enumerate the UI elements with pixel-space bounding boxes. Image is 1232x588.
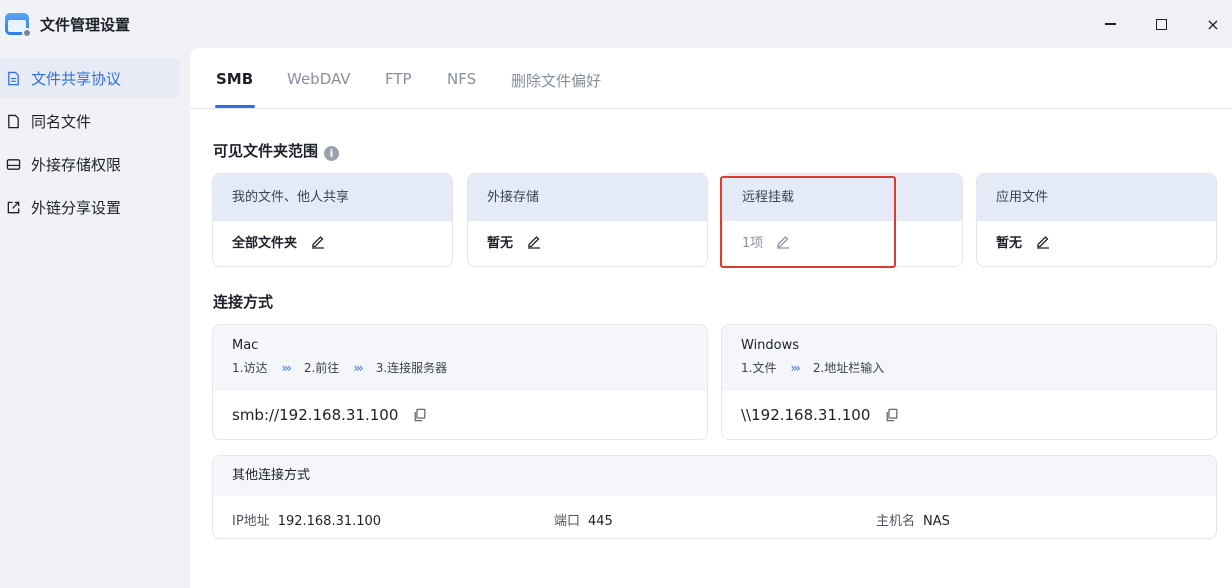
- connection-address-row: smb://192.168.31.100: [213, 391, 707, 439]
- step-1: 1.访达: [232, 361, 268, 375]
- other-connection-title: 其他连接方式: [213, 456, 1216, 496]
- other-connection-row: IP地址 192.168.31.100 端口 445 主机名 NAS: [213, 496, 1216, 538]
- connection-address: \\192.168.31.100: [741, 406, 871, 424]
- scope-card-external-storage: 外接存储 暂无: [467, 173, 708, 267]
- protocol-tabs: SMB WebDAV FTP NFS 删除文件偏好: [190, 48, 1232, 109]
- step-2: 2.前往: [303, 361, 340, 375]
- visible-scope-title-text: 可见文件夹范围: [213, 142, 319, 160]
- step-1: 1.文件: [741, 361, 777, 375]
- tab-ftp[interactable]: FTP: [385, 70, 412, 88]
- app-icon: [5, 13, 32, 38]
- edit-icon[interactable]: [526, 233, 542, 249]
- scope-card-value: 暂无: [468, 221, 707, 266]
- minimize-button[interactable]: [1095, 10, 1125, 38]
- edit-icon[interactable]: [310, 233, 326, 249]
- copy-icon[interactable]: [885, 408, 899, 422]
- hostname-label: 主机名: [876, 514, 916, 529]
- step-arrow: ›››: [353, 360, 364, 375]
- sidebar-item-label: 外接存储权限: [31, 155, 122, 174]
- sidebar-item-external-storage-permissions[interactable]: 外接存储权限: [0, 144, 180, 184]
- step-3: 3.连接服务器: [375, 361, 448, 375]
- edit-icon[interactable]: [775, 233, 791, 249]
- hostname-value: NAS: [923, 514, 950, 529]
- connection-card-mac: Mac 1.访达 ››› 2.前往 ››› 3.连接服务器 smb://192.…: [212, 324, 708, 440]
- ip-value: 192.168.31.100: [277, 514, 382, 529]
- scope-card-value-text: 1项: [742, 236, 764, 251]
- sidebar-item-share-link-settings[interactable]: 外链分享设置: [0, 187, 180, 227]
- scope-card-remote-mount: 远程挂载 1项: [722, 173, 963, 267]
- scope-card-value-text: 暂无: [996, 236, 1023, 251]
- sidebar-item-label: 外链分享设置: [31, 198, 122, 217]
- tab-nfs[interactable]: NFS: [447, 70, 476, 88]
- connection-address-row: \\192.168.31.100: [722, 391, 1216, 439]
- ip-label: IP地址: [232, 514, 270, 529]
- maximize-button[interactable]: [1146, 10, 1176, 38]
- window-title: 文件管理设置: [40, 16, 131, 34]
- os-label: Mac: [232, 338, 259, 353]
- scope-card-value: 全部文件夹: [213, 221, 452, 266]
- port-label: 端口: [554, 514, 581, 529]
- other-connection-card: 其他连接方式 IP地址 192.168.31.100 端口 445 主机名 NAS: [212, 455, 1217, 539]
- connection-address: smb://192.168.31.100: [232, 406, 399, 424]
- file-icon: [8, 114, 19, 128]
- connection-steps: 1.文件 ››› 2.地址栏输入: [741, 359, 1216, 376]
- sidebar-item-file-sharing-protocol[interactable]: 文件共享协议: [0, 58, 180, 98]
- scope-card-header: 应用文件: [977, 174, 1216, 221]
- edit-icon[interactable]: [1035, 233, 1051, 249]
- main-panel: SMB WebDAV FTP NFS 删除文件偏好 可见文件夹范围 i 我的文件、…: [190, 48, 1232, 588]
- scope-card-value: 1项: [723, 221, 962, 266]
- close-button[interactable]: ×: [1198, 10, 1228, 38]
- port-value: 445: [588, 514, 613, 529]
- sidebar-item-label: 文件共享协议: [31, 69, 122, 88]
- visible-scope-title: 可见文件夹范围 i: [213, 140, 340, 161]
- title-bar: 文件管理设置 ×: [0, 0, 1232, 48]
- step-2: 2.地址栏输入: [812, 361, 885, 375]
- share-icon: [7, 201, 20, 213]
- scope-card-header: 外接存储: [468, 174, 707, 221]
- info-icon[interactable]: i: [324, 146, 340, 161]
- scope-card-value-text: 全部文件夹: [232, 236, 298, 251]
- scope-card-value: 暂无: [977, 221, 1216, 266]
- scope-card-app-files: 应用文件 暂无: [976, 173, 1217, 267]
- active-tab-indicator: [215, 105, 255, 108]
- scope-card-my-files: 我的文件、他人共享 全部文件夹: [212, 173, 453, 267]
- port-field: 端口 445: [554, 510, 613, 529]
- minimize-icon: [1104, 23, 1116, 25]
- close-icon: ×: [1206, 14, 1220, 34]
- ip-address-field: IP地址 192.168.31.100: [232, 510, 381, 529]
- sidebar-item-label: 同名文件: [31, 112, 92, 131]
- document-icon: [8, 71, 19, 85]
- connection-title: 连接方式: [213, 293, 274, 311]
- tab-webdav[interactable]: WebDAV: [287, 70, 351, 88]
- scope-card-header: 远程挂载: [723, 174, 962, 221]
- hostname-field: 主机名 NAS: [876, 510, 950, 529]
- step-arrow: ›››: [281, 360, 292, 375]
- os-label: Windows: [741, 338, 800, 353]
- drive-icon: [6, 158, 21, 170]
- tab-smb[interactable]: SMB: [216, 70, 253, 88]
- scope-card-header: 我的文件、他人共享: [213, 174, 452, 221]
- scope-card-value-text: 暂无: [487, 236, 514, 251]
- connection-steps: 1.访达 ››› 2.前往 ››› 3.连接服务器: [232, 359, 707, 376]
- maximize-icon: [1155, 18, 1167, 30]
- connection-card-windows: Windows 1.文件 ››› 2.地址栏输入 \\192.168.31.10…: [721, 324, 1217, 440]
- step-arrow: ›››: [790, 360, 801, 375]
- sidebar-item-same-name-files[interactable]: 同名文件: [0, 101, 180, 141]
- tab-delete-file-preference[interactable]: 删除文件偏好: [511, 70, 601, 91]
- copy-icon[interactable]: [413, 408, 427, 422]
- sidebar: 文件共享协议 同名文件 外接存储权限 外链分享设置: [0, 56, 186, 230]
